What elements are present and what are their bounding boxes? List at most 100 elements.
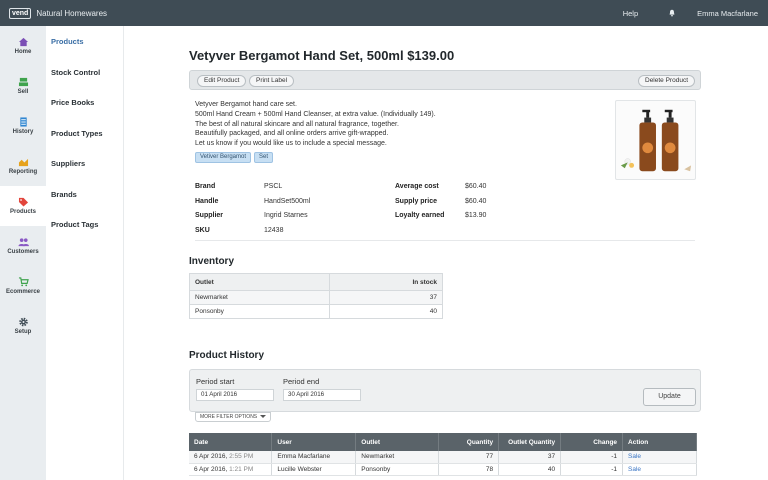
history-quantity: 78	[438, 463, 500, 476]
nav-ecommerce-label: Ecommerce	[5, 289, 41, 295]
period-start-input[interactable]: 01 April 2016	[196, 389, 274, 401]
detail-label-brand: Brand	[195, 183, 216, 190]
detail-value-brand: PSCL	[264, 183, 283, 190]
detail-label-loyalty-earned: Loyalty earned	[395, 212, 445, 219]
submenu-price-books[interactable]: Price Books	[46, 87, 123, 118]
caret-down-icon	[260, 415, 267, 419]
top-bar: vend Natural Homewares Help Emma Macfarl…	[0, 0, 768, 26]
help-link[interactable]: Help	[623, 9, 638, 18]
detail-value-handle: HandSet500ml	[264, 197, 311, 205]
nav-setup[interactable]: Setup	[0, 306, 46, 346]
description-line: 500ml Hand Cream + 500ml Hand Cleanser, …	[195, 110, 436, 118]
nav-ecommerce[interactable]: Ecommerce	[0, 266, 46, 306]
detail-label-average-cost: Average cost	[395, 183, 439, 190]
inventory-stock: 37	[328, 290, 444, 305]
history-time: 2:55 PM	[229, 453, 254, 461]
table-row: Ponsonby 40	[189, 304, 444, 319]
history-col-user[interactable]: User	[271, 433, 357, 451]
store-name: Natural Homewares	[36, 8, 108, 18]
home-icon	[18, 37, 28, 47]
inventory-outlet: Ponsonby	[189, 304, 330, 319]
submenu-product-types[interactable]: Product Types	[46, 118, 123, 149]
history-col-outlet-quantity[interactable]: Outlet Quantity	[498, 433, 562, 451]
submenu-stock-control[interactable]: Stock Control	[46, 57, 123, 88]
history-change: -1	[560, 463, 624, 476]
detail-value-supply-price: $60.40	[465, 197, 487, 205]
delete-product-button[interactable]: Delete Product	[638, 75, 695, 87]
submenu-suppliers[interactable]: Suppliers	[46, 148, 123, 179]
tag-badge[interactable]: Set	[254, 152, 274, 163]
print-label-button[interactable]: Print Label	[249, 75, 295, 87]
history-col-quantity[interactable]: Quantity	[438, 433, 500, 451]
history-date-value: 6 Apr 2016,	[194, 453, 228, 461]
bell-icon[interactable]	[668, 9, 676, 17]
user-menu[interactable]: Emma Macfarlane	[697, 9, 758, 18]
nav-history-label: History	[12, 129, 34, 135]
history-date: 6 Apr 2016, 1:21 PM	[189, 463, 273, 476]
history-col-action[interactable]: Action	[622, 433, 697, 451]
history-user: Lucille Webster	[271, 463, 357, 476]
tag-badge[interactable]: Vetiver Bergamot	[195, 152, 252, 163]
detail-value-average-cost: $60.40	[465, 183, 487, 190]
history-outlet: Newmarket	[355, 451, 440, 464]
product-history-title: Product History	[189, 350, 265, 361]
table-row: Newmarket 37	[189, 290, 444, 305]
product-tags: Vetiver Bergamot Set	[195, 152, 274, 163]
description-line: Vetyver Bergamot hand care set.	[195, 101, 297, 108]
product-toolbar: Edit Product Print Label Delete Product	[189, 70, 701, 90]
more-filter-options-button[interactable]: MORE FILTER OPTIONS	[195, 412, 272, 422]
history-outlet-quantity: 37	[498, 451, 562, 464]
sale-link[interactable]: Sale	[628, 453, 641, 460]
history-outlet: Ponsonby	[355, 463, 440, 476]
more-filter-options-label: MORE FILTER OPTIONS	[200, 414, 258, 420]
nav-products-label: Products	[9, 209, 36, 215]
period-end-input[interactable]: 30 April 2016	[283, 389, 361, 401]
history-time: 1:21 PM	[229, 465, 254, 473]
description-line: Beautifully packaged, and all online ord…	[195, 130, 389, 138]
product-image	[615, 100, 696, 180]
nav-products[interactable]: Products	[0, 186, 46, 226]
history-change: -1	[560, 451, 624, 464]
submenu-brands[interactable]: Brands	[46, 179, 123, 210]
product-photo	[620, 109, 692, 172]
description-line: The best of all natural skincare and all…	[195, 120, 399, 128]
detail-value-supplier: Ingrid Starnes	[264, 212, 308, 219]
history-col-outlet[interactable]: Outlet	[355, 433, 440, 451]
inventory-col-stock: In stock	[328, 273, 444, 291]
history-date: 6 Apr 2016, 2:55 PM	[189, 451, 273, 464]
vend-logo[interactable]: vend	[9, 7, 32, 19]
nav-home[interactable]: Home	[0, 26, 46, 66]
inventory-outlet: Newmarket	[189, 290, 330, 305]
history-col-change[interactable]: Change	[560, 433, 624, 451]
register-icon	[18, 77, 28, 87]
history-action: Sale	[622, 463, 697, 476]
detail-label-handle: Handle	[195, 197, 219, 205]
nav-setup-label: Setup	[14, 329, 32, 335]
submenu-products[interactable]: Products	[46, 26, 123, 57]
product-description: Vetyver Bergamot hand care set. 500ml Ha…	[195, 100, 436, 149]
nav-customers-label: Customers	[7, 249, 39, 255]
detail-value-sku: 12438	[264, 226, 284, 234]
edit-product-button[interactable]: Edit Product	[197, 75, 247, 87]
history-user: Emma Macfarlane	[271, 451, 357, 464]
nav-sell[interactable]: Sell	[0, 66, 46, 106]
cart-icon	[18, 277, 29, 287]
nav-customers[interactable]: Customers	[0, 226, 46, 266]
history-col-date[interactable]: Date	[189, 433, 273, 451]
people-icon	[18, 238, 29, 247]
update-button[interactable]: Update	[643, 388, 696, 406]
history-action: Sale	[622, 451, 697, 464]
product-details: Brand PSCL Handle HandSet500ml Supplier …	[195, 183, 695, 241]
chart-icon	[18, 158, 28, 167]
history-quantity: 77	[438, 451, 500, 464]
submenu-product-tags[interactable]: Product Tags	[46, 209, 123, 240]
sale-link[interactable]: Sale	[628, 466, 641, 473]
period-end-label: Period end	[283, 377, 320, 386]
nav-reporting[interactable]: Reporting	[0, 146, 46, 186]
inventory-table: Outlet In stock Newmarket 37 Ponsonby 40	[189, 273, 444, 319]
nav-sell-label: Sell	[17, 89, 29, 95]
inventory-stock: 40	[328, 304, 444, 319]
page-title: Vetyver Bergamot Hand Set, 500ml $139.00	[189, 48, 455, 63]
history-date-value: 6 Apr 2016,	[194, 465, 228, 473]
nav-history[interactable]: History	[0, 106, 46, 146]
